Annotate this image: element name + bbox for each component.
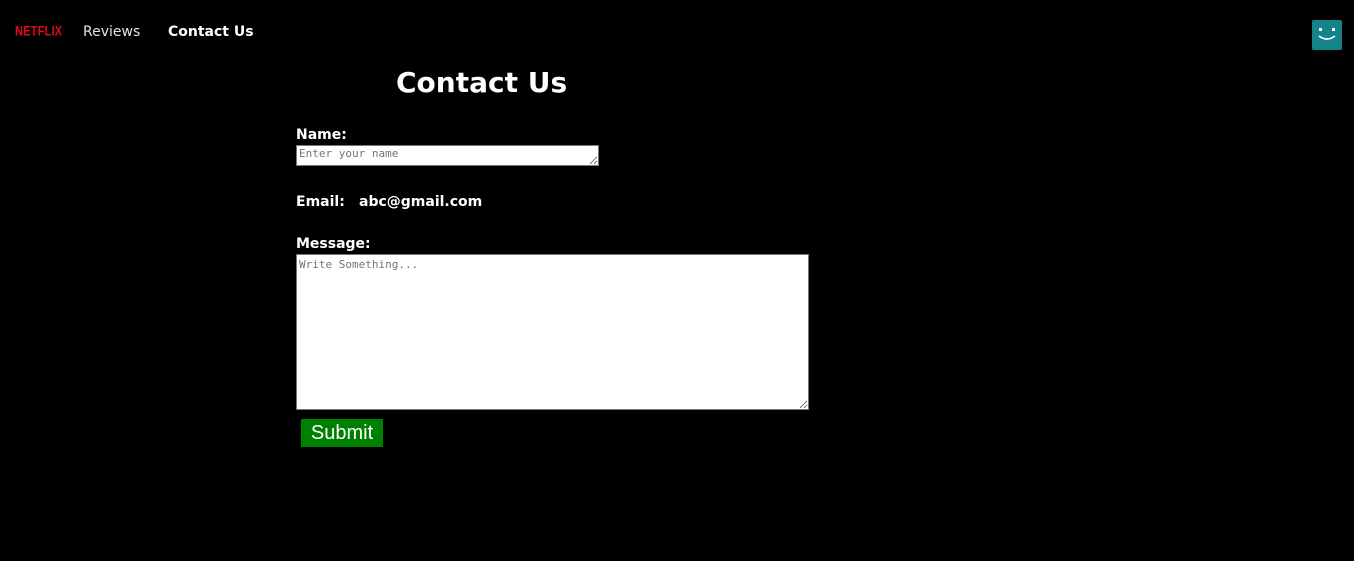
smiley-avatar-icon[interactable] [1312, 20, 1342, 50]
nav-link-contact-us[interactable]: Contact Us [168, 24, 254, 40]
name-label: Name: [296, 127, 347, 143]
contact-page: NETFLIX Reviews Contact Us Contact Us Na… [0, 0, 1354, 561]
message-field[interactable] [296, 254, 809, 410]
name-field[interactable] [296, 145, 599, 166]
netflix-logo[interactable]: NETFLIX [15, 24, 62, 39]
email-value: abc@gmail.com [359, 194, 483, 210]
nav-link-reviews[interactable]: Reviews [83, 24, 140, 40]
message-label: Message: [296, 236, 371, 252]
submit-button[interactable]: Submit [301, 419, 383, 447]
page-title: Contact Us [396, 66, 568, 99]
email-label: Email: [296, 194, 345, 210]
